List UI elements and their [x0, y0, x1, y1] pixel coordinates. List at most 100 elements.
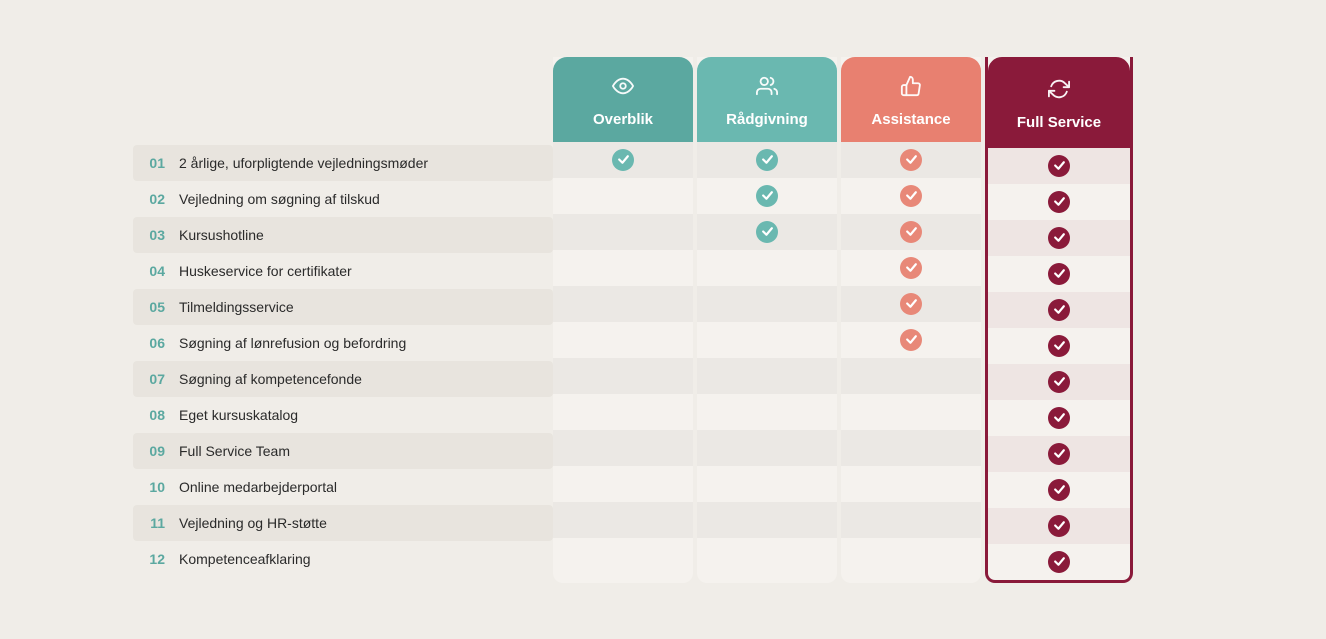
col-cells-assistance: Assistance [841, 57, 981, 583]
col-header-label-raadgivning: Rådgivning [726, 111, 808, 128]
table-cell [553, 178, 693, 214]
table-cell [553, 250, 693, 286]
col-header-assistance: Assistance [841, 57, 981, 142]
table-row: 05Tilmeldingsservice [133, 289, 553, 325]
table-cell [841, 394, 981, 430]
table-cell [841, 286, 981, 322]
table-body: 012 årlige, uforpligtende vejledningsmød… [133, 57, 1193, 583]
check-mark [1048, 407, 1070, 429]
table-cell [553, 214, 693, 250]
table-row: 10Online medarbejderportal [133, 469, 553, 505]
check-mark [1048, 263, 1070, 285]
table-cell [697, 322, 837, 358]
row-label: Kompetenceafklaring [179, 551, 311, 567]
check-mark [1048, 443, 1070, 465]
table-cell [841, 430, 981, 466]
row-label: Søgning af kompetencefonde [179, 371, 362, 387]
table-row: 09Full Service Team [133, 433, 553, 469]
table-cell [553, 466, 693, 502]
col-cells-overblik: Overblik [553, 57, 693, 583]
table-cell [988, 472, 1130, 508]
col-header-label-overblik: Overblik [593, 111, 653, 128]
table-cell [697, 178, 837, 214]
row-number: 03 [137, 227, 179, 243]
table-cell [697, 538, 837, 574]
table-row: 11Vejledning og HR-støtte [133, 505, 553, 541]
table-cell [841, 142, 981, 178]
table-cell [988, 400, 1130, 436]
check-mark [1048, 479, 1070, 501]
row-number: 09 [137, 443, 179, 459]
table-cell [697, 394, 837, 430]
table-cell [697, 430, 837, 466]
table-cell [841, 466, 981, 502]
check-mark [612, 149, 634, 171]
table-cell [988, 220, 1130, 256]
col-cells-fullservice: Full Service [985, 57, 1133, 583]
check-mark [1048, 155, 1070, 177]
table-row: 12Kompetenceafklaring [133, 541, 553, 577]
table-row: 04Huskeservice for certifikater [133, 253, 553, 289]
check-mark [1048, 335, 1070, 357]
cols-right: Overblik Rådgivning Assistance Full Service [553, 57, 1193, 583]
table-cell [697, 250, 837, 286]
table-cell [553, 358, 693, 394]
col-header-fullservice: Full Service [988, 57, 1130, 148]
table-cell [841, 358, 981, 394]
page-container: 012 årlige, uforpligtende vejledningsmød… [113, 17, 1213, 623]
row-label: Eget kursuskatalog [179, 407, 298, 423]
table-cell [988, 292, 1130, 328]
col-header-overblik: Overblik [553, 57, 693, 142]
row-label: 2 årlige, uforpligtende vejledningsmøder [179, 155, 428, 171]
table-cell [841, 178, 981, 214]
row-number: 10 [137, 479, 179, 495]
row-label: Tilmeldingsservice [179, 299, 294, 315]
row-number: 07 [137, 371, 179, 387]
row-number: 06 [137, 335, 179, 351]
col-header-label-assistance: Assistance [871, 111, 950, 128]
table-cell [553, 286, 693, 322]
table-cell [841, 502, 981, 538]
row-label: Vejledning om søgning af tilskud [179, 191, 380, 207]
table-cell [841, 538, 981, 574]
check-mark [1048, 299, 1070, 321]
check-mark [900, 185, 922, 207]
check-mark [756, 149, 778, 171]
table-row: 07Søgning af kompetencefonde [133, 361, 553, 397]
table-cell [697, 466, 837, 502]
table-cell [988, 508, 1130, 544]
check-mark [900, 149, 922, 171]
col-header-raadgivning: Rådgivning [697, 57, 837, 142]
table-cell [697, 214, 837, 250]
check-mark [900, 257, 922, 279]
table-cell [988, 436, 1130, 472]
assistance-header-icon [900, 75, 922, 103]
table-cell [841, 214, 981, 250]
table-cell [553, 142, 693, 178]
table-row: 03Kursushotline [133, 217, 553, 253]
table-cell [553, 538, 693, 574]
overblik-header-icon [612, 75, 634, 103]
table-cell [697, 358, 837, 394]
row-label: Kursushotline [179, 227, 264, 243]
fullservice-header-icon [1048, 78, 1070, 106]
row-number: 04 [137, 263, 179, 279]
table-cell [553, 502, 693, 538]
table-cell [841, 322, 981, 358]
table-cell [697, 142, 837, 178]
table-cell [553, 322, 693, 358]
row-number: 01 [137, 155, 179, 171]
table-cell [988, 328, 1130, 364]
comparison-table: 012 årlige, uforpligtende vejledningsmød… [133, 57, 1193, 583]
check-mark [1048, 515, 1070, 537]
row-number: 08 [137, 407, 179, 423]
table-cell [553, 430, 693, 466]
table-cell [697, 286, 837, 322]
row-label: Online medarbejderportal [179, 479, 337, 495]
table-row: 08Eget kursuskatalog [133, 397, 553, 433]
check-mark [1048, 227, 1070, 249]
check-mark [900, 221, 922, 243]
table-cell [697, 502, 837, 538]
row-label: Vejledning og HR-støtte [179, 515, 327, 531]
table-cell [988, 544, 1130, 580]
